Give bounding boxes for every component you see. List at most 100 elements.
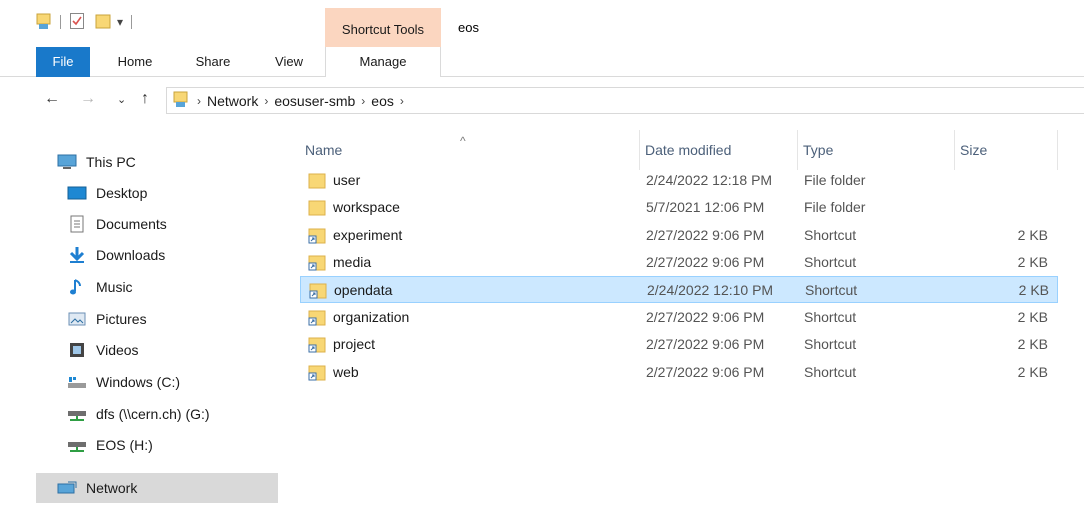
- file-row-web[interactable]: web 2/27/2022 9:06 PM Shortcut 2 KB: [300, 359, 1058, 386]
- tab-view[interactable]: View: [264, 47, 314, 77]
- file-date: 2/27/2022 9:06 PM: [646, 227, 765, 243]
- tab-home[interactable]: Home: [106, 47, 164, 77]
- file-size: 2 KB: [1017, 336, 1048, 352]
- shortcut-folder-icon: [308, 227, 326, 247]
- file-size: 2 KB: [1017, 309, 1048, 325]
- nav-item-dfs-g[interactable]: dfs (\\cern.ch) (G:): [66, 399, 278, 429]
- forward-arrow-icon[interactable]: →: [80, 90, 96, 108]
- file-row-organization[interactable]: organization 2/27/2022 9:06 PM Shortcut …: [300, 304, 1058, 331]
- properties-icon[interactable]: [69, 12, 85, 33]
- file-size: 2 KB: [1017, 364, 1048, 380]
- navigation-bar: ← → ⌄ ↑ › Network › eosuser-smb › eos ›: [0, 78, 1084, 120]
- file-type: Shortcut: [804, 364, 857, 380]
- customize-toolbar-icon[interactable]: ▾: [117, 15, 123, 29]
- file-size: 2 KB: [1017, 254, 1048, 270]
- file-row-opendata[interactable]: opendata 2/24/2022 12:10 PM Shortcut 2 K…: [300, 276, 1058, 303]
- nav-item-label: Music: [96, 279, 133, 295]
- breadcrumb-chevron-icon[interactable]: ›: [264, 94, 268, 108]
- breadcrumb-eosuser-smb[interactable]: eosuser-smb: [274, 93, 355, 109]
- column-header-date[interactable]: Date modified: [640, 130, 798, 170]
- nav-item-desktop[interactable]: Desktop: [66, 178, 278, 208]
- file-type: File folder: [804, 199, 866, 215]
- file-date: 2/27/2022 9:06 PM: [646, 309, 765, 325]
- window-title: eos: [458, 20, 479, 35]
- new-folder-icon[interactable]: [95, 12, 111, 33]
- file-date: 5/7/2021 12:06 PM: [646, 199, 765, 215]
- documents-icon: [66, 215, 88, 233]
- column-header-label: Name: [305, 142, 343, 158]
- file-size: [960, 194, 1048, 221]
- network-icon: [56, 479, 78, 497]
- column-header-size[interactable]: Size: [955, 130, 1058, 170]
- file-type: File folder: [804, 172, 866, 188]
- ribbon-tabs: File Home Share View Manage: [0, 47, 1084, 77]
- folder-icon: [308, 172, 326, 192]
- file-type: Shortcut: [804, 309, 857, 325]
- file-date: 2/27/2022 9:06 PM: [646, 254, 765, 270]
- videos-icon: [66, 341, 88, 359]
- tab-file[interactable]: File: [36, 47, 90, 77]
- nav-item-documents[interactable]: Documents: [66, 209, 278, 239]
- breadcrumb-chevron-icon[interactable]: ›: [400, 94, 404, 108]
- file-name: media: [333, 254, 372, 270]
- nav-item-videos[interactable]: Videos: [66, 335, 278, 365]
- folder-icon: [308, 199, 326, 219]
- breadcrumb-chevron-icon[interactable]: ›: [361, 94, 365, 108]
- nav-item-windows-c[interactable]: Windows (C:): [66, 367, 278, 397]
- network-drive-icon: [66, 405, 88, 423]
- back-arrow-icon[interactable]: ←: [44, 90, 60, 108]
- nav-item-eos-h[interactable]: EOS (H:): [66, 430, 278, 460]
- nav-item-this-pc[interactable]: This PC: [56, 147, 278, 177]
- nav-item-label: Desktop: [96, 185, 148, 201]
- nav-item-label: Documents: [96, 216, 167, 232]
- file-type: Shortcut: [804, 227, 857, 243]
- navigation-pane: This PC Desktop Documents Downloads Musi…: [36, 120, 278, 507]
- column-header-name[interactable]: Name ^: [300, 130, 640, 170]
- file-row-workspace[interactable]: workspace 5/7/2021 12:06 PM File folder: [300, 194, 1058, 221]
- shortcut-folder-icon: [309, 282, 327, 302]
- music-icon: [66, 278, 88, 296]
- file-row-project[interactable]: project 2/27/2022 9:06 PM Shortcut 2 KB: [300, 331, 1058, 358]
- breadcrumb-network[interactable]: Network: [207, 93, 258, 109]
- nav-item-label: EOS (H:): [96, 437, 153, 453]
- nav-item-label: Windows (C:): [96, 374, 181, 390]
- nav-item-label: dfs (\\cern.ch) (G:): [96, 406, 210, 422]
- shortcut-folder-icon: [308, 336, 326, 356]
- folder-app-icon[interactable]: [36, 12, 52, 33]
- downloads-icon: [66, 246, 88, 264]
- file-size: 2 KB: [1018, 282, 1049, 298]
- tab-share[interactable]: Share: [183, 47, 243, 77]
- file-date: 2/24/2022 12:18 PM: [646, 172, 773, 188]
- file-name: web: [333, 364, 359, 380]
- file-row-user[interactable]: user 2/24/2022 12:18 PM File folder: [300, 167, 1058, 194]
- shortcut-folder-icon: [308, 254, 326, 274]
- nav-item-network[interactable]: Network: [36, 473, 278, 503]
- breadcrumb-eos[interactable]: eos: [371, 93, 394, 109]
- toolbar-separator: [131, 15, 133, 29]
- file-row-media[interactable]: media 2/27/2022 9:06 PM Shortcut 2 KB: [300, 249, 1058, 276]
- nav-item-pictures[interactable]: Pictures: [66, 304, 278, 334]
- column-header-label: Size: [960, 142, 988, 158]
- file-date: 2/27/2022 9:06 PM: [646, 336, 765, 352]
- file-type: Shortcut: [804, 254, 857, 270]
- up-arrow-icon[interactable]: ↑: [141, 90, 149, 108]
- tab-manage[interactable]: Manage: [325, 47, 441, 77]
- nav-item-label: This PC: [86, 154, 136, 170]
- computer-icon: [56, 153, 78, 171]
- file-size: [960, 167, 1048, 194]
- file-date: 2/24/2022 12:10 PM: [647, 282, 774, 298]
- shortcut-folder-icon: [308, 309, 326, 329]
- recent-locations-chevron-icon[interactable]: ⌄: [117, 93, 126, 106]
- nav-item-music[interactable]: Music: [66, 272, 278, 302]
- file-name: project: [333, 336, 376, 352]
- context-tab-header: Shortcut Tools: [325, 8, 441, 47]
- file-date: 2/27/2022 9:06 PM: [646, 364, 765, 380]
- column-header-type[interactable]: Type: [798, 130, 955, 170]
- nav-item-downloads[interactable]: Downloads: [66, 240, 278, 270]
- address-bar[interactable]: › Network › eosuser-smb › eos ›: [166, 87, 1084, 114]
- file-row-experiment[interactable]: experiment 2/27/2022 9:06 PM Shortcut 2 …: [300, 222, 1058, 249]
- network-drive-icon: [66, 436, 88, 454]
- breadcrumb-chevron-icon[interactable]: ›: [197, 94, 201, 108]
- pictures-icon: [66, 310, 88, 328]
- drive-icon: [66, 373, 88, 391]
